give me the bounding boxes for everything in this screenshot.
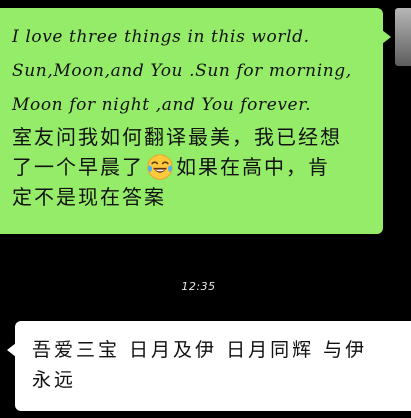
message-fragment: 了一个早晨了 <box>12 155 144 179</box>
message-line: I love three things in this world. <box>12 27 310 47</box>
message-line: Moon for night ,and You forever. <box>12 95 312 115</box>
message-timestamp: 12:35 <box>181 280 216 293</box>
message-line-with-emoji: 了一个早晨了 如果在高中，肯 <box>12 152 373 182</box>
message-line: 室友问我如何翻译最美，我已经想 <box>12 125 342 149</box>
message-line: 永远 <box>32 369 77 391</box>
message-line: 定不是现在答案 <box>12 185 166 209</box>
message-line: Sun,Moon,and You .Sun for morning, <box>12 61 352 81</box>
sent-message-bubble[interactable]: I love three things in this world. Sun,M… <box>0 8 391 234</box>
received-message-bubble[interactable]: 吾爱三宝 日月及伊 日月同辉 与伊 永远 <box>7 321 411 411</box>
contact-avatar[interactable] <box>395 8 411 66</box>
face-with-tears-of-joy-icon <box>147 154 173 180</box>
message-line: 吾爱三宝 日月及伊 日月同辉 与伊 <box>32 339 368 361</box>
message-fragment: 如果在高中，肯 <box>176 155 330 179</box>
